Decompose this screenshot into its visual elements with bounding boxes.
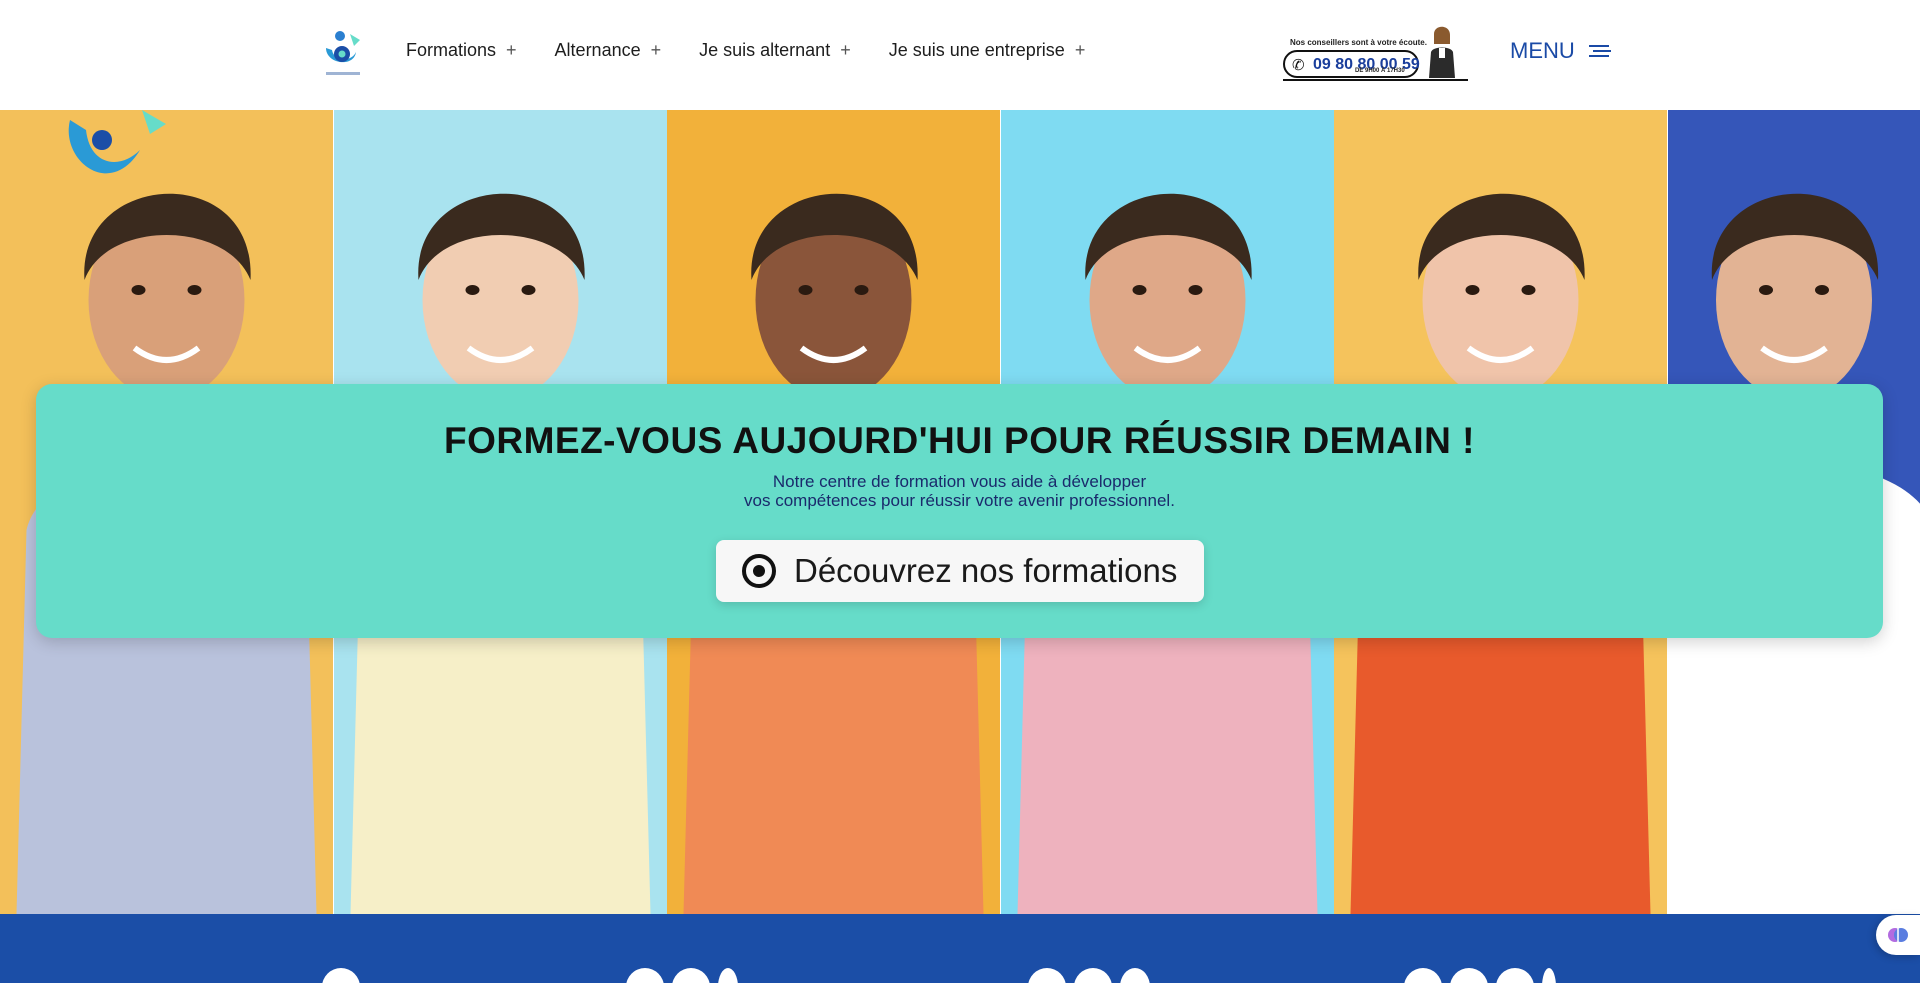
brand-watermark: [68, 110, 166, 174]
advisor-illustration: [1429, 26, 1455, 78]
phone-tagline: Nos conseillers sont à votre écoute.: [1290, 38, 1427, 47]
stat-figure: [626, 968, 738, 983]
stat-figure: [1404, 968, 1556, 983]
site-header: Formations + Alternance + Je suis altern…: [0, 0, 1920, 110]
discover-formations-button[interactable]: Découvrez nos formations: [716, 540, 1204, 602]
stat-figure: [322, 968, 360, 983]
cta-label: Découvrez nos formations: [794, 552, 1178, 589]
plus-icon: +: [1074, 40, 1086, 60]
target-icon: [742, 554, 776, 588]
accessibility-brain-icon: [1888, 928, 1908, 942]
plus-icon: +: [650, 40, 662, 60]
main-nav: Formations + Alternance + Je suis altern…: [406, 40, 1085, 61]
brand-logo[interactable]: [320, 26, 366, 78]
hero-subtitle-line: Notre centre de formation vous aide à dé…: [772, 472, 1147, 491]
nav-label: Alternance: [554, 40, 641, 60]
nav-je-suis-alternant[interactable]: Je suis alternant +: [699, 40, 851, 61]
stat-figure: [1028, 968, 1150, 983]
stats-band: [0, 914, 1920, 983]
hero-section: FORMEZ-VOUS AUJOURD'HUI POUR RÉUSSIR DEM…: [0, 110, 1920, 914]
accessibility-button[interactable]: [1876, 915, 1920, 955]
nav-je-suis-une-entreprise[interactable]: Je suis une entreprise +: [889, 40, 1086, 61]
plus-icon: +: [840, 40, 851, 60]
phone-icon: ✆: [1292, 57, 1305, 74]
hero-subtitle: Notre centre de formation vous aide à dé…: [36, 472, 1883, 510]
hero-card: FORMEZ-VOUS AUJOURD'HUI POUR RÉUSSIR DEM…: [36, 384, 1883, 638]
hero-title: FORMEZ-VOUS AUJOURD'HUI POUR RÉUSSIR DEM…: [443, 420, 1476, 461]
nav-formations[interactable]: Formations +: [406, 40, 517, 61]
nav-label: Formations: [406, 40, 497, 60]
menu-button[interactable]: MENU: [1510, 38, 1611, 64]
phone-banner[interactable]: Nos conseillers sont à votre écoute. ✆ 0…: [1280, 24, 1470, 84]
plus-icon: +: [506, 40, 517, 60]
nav-alternance[interactable]: Alternance +: [555, 40, 662, 61]
hero-subtitle-line: vos compétences pour réussir votre aveni…: [744, 491, 1175, 510]
phone-hours: DE 9H00 À 17H30: [1355, 68, 1405, 74]
nav-label: Je suis alternant: [699, 40, 831, 60]
nav-label: Je suis une entreprise: [888, 40, 1065, 60]
hamburger-icon: [1588, 45, 1611, 57]
menu-label: MENU: [1510, 38, 1575, 63]
